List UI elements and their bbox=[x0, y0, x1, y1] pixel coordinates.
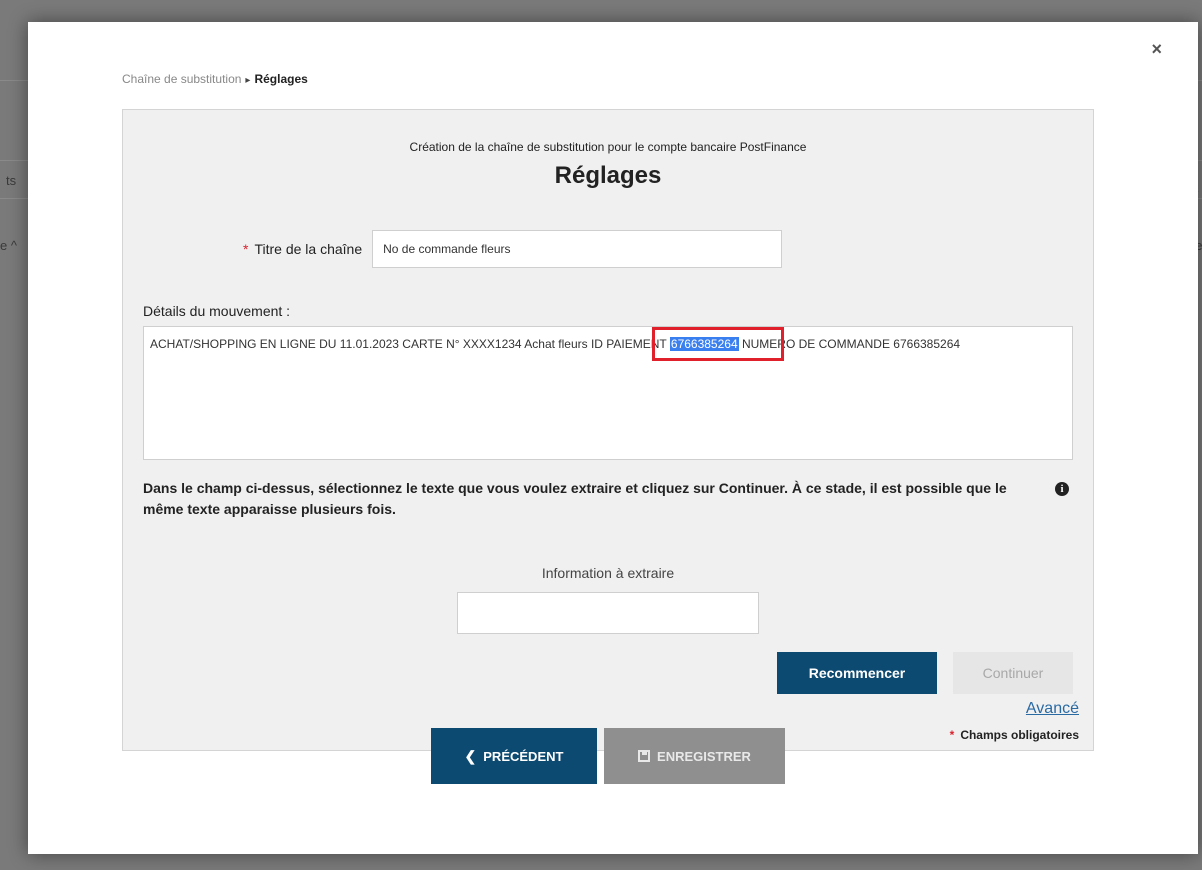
close-icon[interactable]: × bbox=[1151, 40, 1162, 58]
mandatory-note: * Champs obligatoires bbox=[950, 728, 1079, 742]
instructions-text: Dans le champ ci-dessus, sélectionnez le… bbox=[143, 480, 1007, 517]
background-text: e ^ bbox=[0, 238, 17, 253]
chevron-left-icon: ❮ bbox=[464, 747, 477, 764]
details-textarea[interactable]: ACHAT/SHOPPING EN LIGNE DU 11.01.2023 CA… bbox=[143, 326, 1073, 460]
extract-input[interactable] bbox=[457, 592, 759, 634]
previous-button-label: PRÉCÉDENT bbox=[483, 748, 564, 764]
extract-label: Information à extraire bbox=[541, 565, 675, 581]
selection-wrapper: 6766385264 bbox=[651, 327, 784, 361]
details-label: Détails du mouvement : bbox=[143, 303, 291, 319]
breadcrumb-separator-icon: ▸ bbox=[245, 75, 251, 86]
previous-button[interactable]: ❮ PRÉCÉDENT bbox=[431, 728, 597, 784]
chain-title-input[interactable]: No de commande fleurs bbox=[372, 230, 783, 268]
selected-text[interactable]: 6766385264 bbox=[669, 337, 739, 351]
info-icon[interactable]: i bbox=[1055, 482, 1069, 496]
details-text-after: NUMERO DE COMMANDE 6766385264 bbox=[738, 337, 961, 351]
details-text: ACHAT/SHOPPING EN LIGNE DU 11.01.2023 CA… bbox=[150, 337, 670, 351]
breadcrumb-current: Réglages bbox=[254, 72, 308, 86]
mandatory-note-text: Champs obligatoires bbox=[960, 728, 1079, 742]
save-button[interactable]: ENREGISTRER bbox=[604, 728, 785, 784]
settings-panel: Création de la chaîne de substitution po… bbox=[122, 109, 1094, 751]
background-text: ts bbox=[6, 173, 17, 188]
restart-button[interactable]: Recommencer bbox=[777, 652, 937, 694]
required-mark: * bbox=[243, 241, 249, 257]
breadcrumb: Chaîne de substitution ▸ Réglages bbox=[122, 72, 308, 86]
page-title: Réglages bbox=[554, 162, 662, 189]
modal-dialog: × Chaîne de substitution ▸ Réglages Créati… bbox=[28, 22, 1198, 854]
continue-button[interactable]: Continuer bbox=[953, 652, 1073, 694]
required-mark: * bbox=[949, 728, 955, 742]
floppy-disk-icon bbox=[638, 750, 651, 762]
save-button-label: ENREGISTRER bbox=[657, 748, 751, 764]
advanced-link[interactable]: Avancé bbox=[1026, 700, 1079, 718]
page-subtitle: Création de la chaîne de substitution po… bbox=[409, 140, 807, 154]
chain-title-row: * Titre de la chaîne No de commande fleu… bbox=[243, 230, 783, 268]
chain-title-label: Titre de la chaîne bbox=[254, 241, 363, 257]
breadcrumb-parent[interactable]: Chaîne de substitution bbox=[122, 72, 241, 86]
